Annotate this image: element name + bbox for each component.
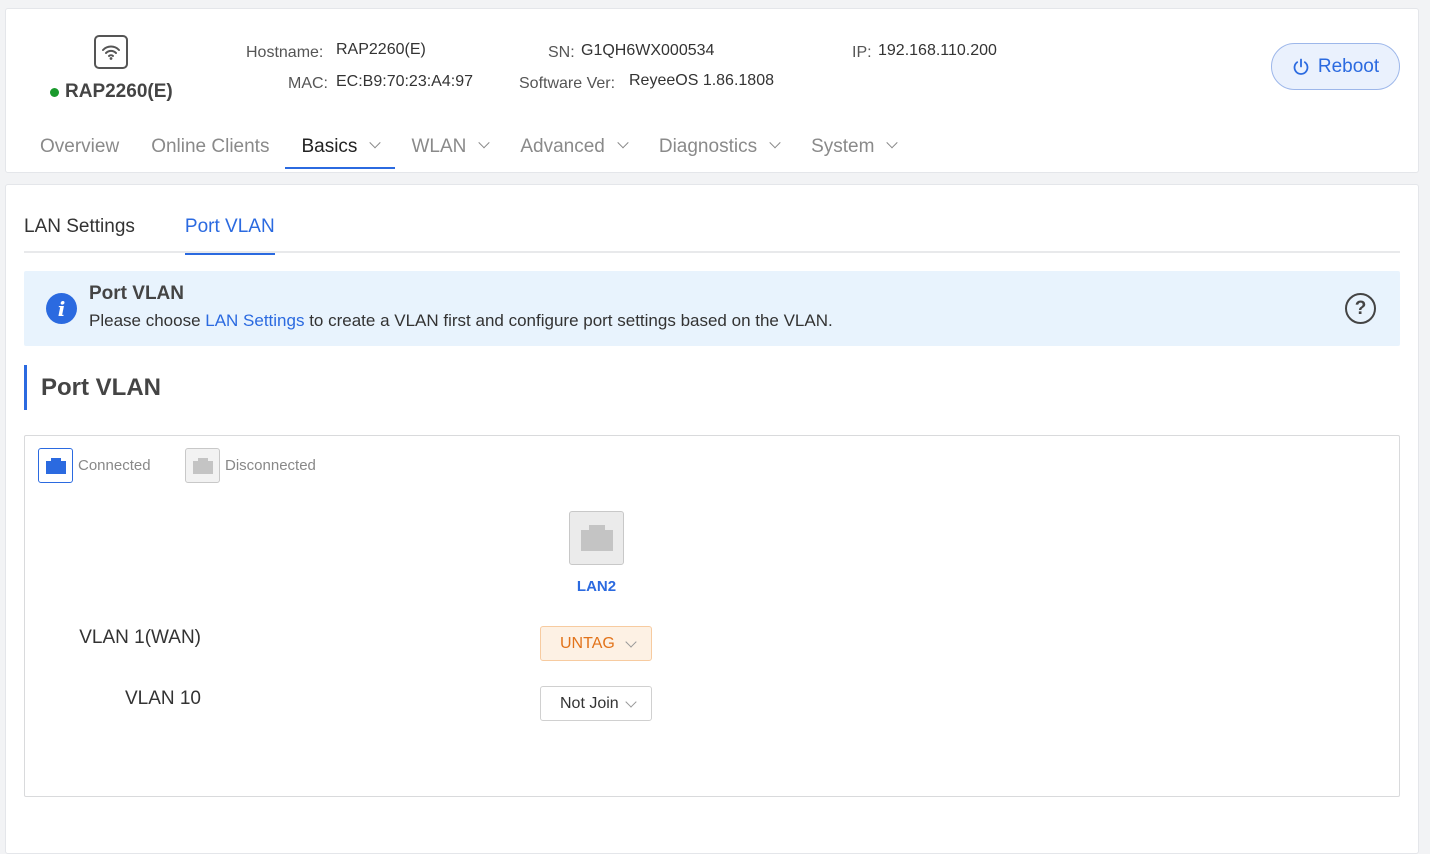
mac-label: MAC: [288, 75, 328, 92]
banner-title: Port VLAN [89, 283, 184, 304]
online-status-dot [50, 87, 59, 97]
sn-value: G1QH6WX000534 [581, 42, 715, 59]
lan2-port-icon[interactable] [569, 511, 624, 565]
nav-wlan-label: WLAN [411, 136, 467, 157]
hostname-value: RAP2260(E) [336, 41, 426, 58]
nav-basics[interactable]: Basics [285, 125, 396, 169]
vlan-1-label: VLAN 1(WAN) [79, 627, 201, 648]
device-header: RAP2260(E) Hostname: RAP2260(E) MAC: EC:… [5, 8, 1419, 173]
tab-lan-settings[interactable]: LAN Settings [24, 211, 135, 253]
sub-tabs: LAN Settings Port VLAN [24, 211, 1400, 255]
banner-text-before: Please choose [89, 311, 206, 330]
nav-online-clients-label: Online Clients [151, 136, 270, 157]
sn-label: SN: [548, 44, 575, 61]
help-icon[interactable]: ? [1345, 293, 1376, 324]
mac-value: EC:B9:70:23:A4:97 [336, 73, 473, 90]
port-panel: Connected Disconnected LAN2 VLAN 1(WAN) … [24, 435, 1400, 797]
content-panel: LAN Settings Port VLAN i Port VLAN Pleas… [5, 184, 1419, 854]
banner-text: Please choose LAN Settings to create a V… [89, 311, 833, 331]
vlan-1-select-value: UNTAG [560, 634, 615, 652]
chevron-down-icon [369, 137, 382, 149]
chevron-down-icon [769, 137, 781, 149]
nav-diagnostics-label: Diagnostics [658, 136, 758, 157]
nav-overview[interactable]: Overview [24, 125, 135, 169]
nav-advanced[interactable]: Advanced [504, 125, 643, 169]
nav-diagnostics[interactable]: Diagnostics [643, 125, 795, 169]
device-name: RAP2260(E) [50, 81, 173, 103]
chevron-down-icon [625, 636, 637, 648]
info-icon: i [46, 293, 77, 324]
power-icon [1293, 58, 1309, 75]
legend-connected-label: Connected [78, 457, 151, 474]
vlan-10-label: VLAN 10 [124, 688, 201, 709]
legend-connected: Connected [38, 448, 151, 483]
vlan-10-select-value: Not Join [560, 694, 619, 712]
hostname-label: Hostname: [246, 44, 324, 61]
nav-basics-label: Basics [301, 136, 358, 157]
vlan-10-select[interactable]: Not Join [540, 686, 652, 721]
nav-system[interactable]: System [795, 125, 912, 169]
reboot-button[interactable]: Reboot [1271, 43, 1400, 90]
legend-disconnected-label: Disconnected [225, 457, 316, 474]
main-nav: Overview Online Clients Basics WLAN Adva… [24, 125, 912, 169]
ip-label: IP: [852, 44, 872, 61]
ip-value: 192.168.110.200 [878, 42, 997, 59]
connected-port-icon [38, 448, 73, 483]
banner-text-after: to create a VLAN first and configure por… [304, 311, 833, 330]
nav-wlan[interactable]: WLAN [395, 125, 504, 169]
legend-disconnected: Disconnected [185, 448, 316, 483]
nav-system-label: System [811, 136, 875, 157]
section-title: Port VLAN [24, 365, 161, 410]
nav-advanced-label: Advanced [520, 136, 605, 157]
vlan-1-select[interactable]: UNTAG [540, 626, 652, 661]
chevron-down-icon [617, 137, 629, 149]
nav-online-clients[interactable]: Online Clients [135, 125, 285, 169]
device-name-text: RAP2260(E) [65, 81, 173, 102]
chevron-down-icon [478, 137, 491, 149]
tab-port-vlan[interactable]: Port VLAN [184, 211, 275, 255]
software-label: Software Ver: [519, 75, 616, 92]
wifi-icon [94, 35, 128, 69]
disconnected-port-icon [185, 448, 220, 483]
chevron-down-icon [625, 696, 637, 708]
info-banner: i Port VLAN Please choose LAN Settings t… [24, 271, 1400, 346]
software-value: ReyeeOS 1.86.1808 [629, 72, 774, 89]
nav-overview-label: Overview [40, 136, 120, 157]
reboot-label: Reboot [1317, 55, 1380, 77]
lan2-port-label: LAN2 [576, 578, 617, 595]
lan-settings-link[interactable]: LAN Settings [205, 311, 304, 330]
chevron-down-icon [886, 137, 899, 149]
